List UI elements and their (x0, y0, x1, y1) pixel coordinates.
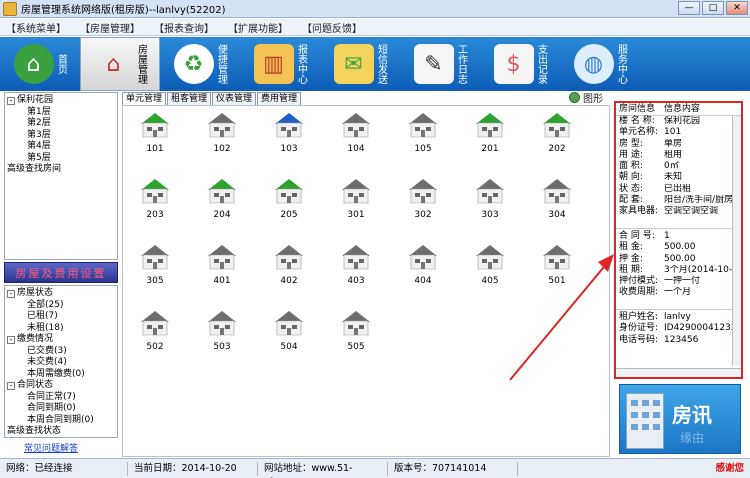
status-version: 版本号：707141014 (388, 461, 518, 476)
promo-subtitle: 缘由 (680, 431, 705, 445)
status-network: 网络：已经连接 (0, 461, 128, 476)
status-thanks: 感谢您 (715, 462, 744, 474)
promo-banner[interactable]: 房讯 缘由 (619, 384, 741, 454)
status-site: 网站地址：www.51-zf.com (258, 461, 388, 478)
status-date: 当前日期：2014-10-20 (128, 461, 258, 476)
promo-title: 房讯 (672, 403, 712, 427)
status-bar: 网络：已经连接 当前日期：2014-10-20 网站地址：www.51-zf.c… (0, 458, 750, 478)
building-illustration (626, 393, 664, 449)
